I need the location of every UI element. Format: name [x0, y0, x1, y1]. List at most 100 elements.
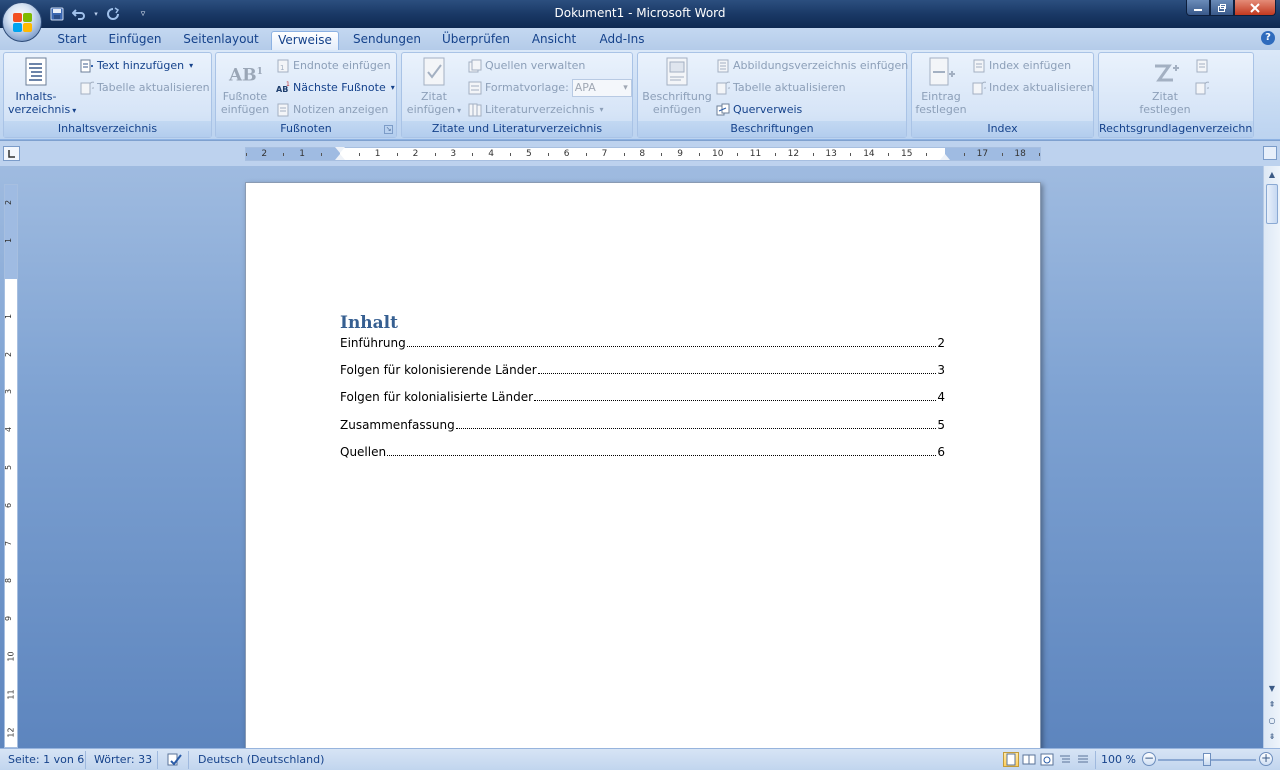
help-icon[interactable]: ?: [1261, 31, 1275, 45]
hanging-indent-marker[interactable]: [335, 154, 345, 160]
office-logo-icon: [13, 13, 33, 33]
language-status[interactable]: Deutsch (Deutschland): [198, 752, 324, 768]
vruler-number: 7: [4, 540, 14, 546]
toc-leader: [455, 428, 937, 429]
minimize-button[interactable]: [1186, 0, 1210, 16]
hanging-indent-marker[interactable]: [940, 154, 950, 160]
page-count-status[interactable]: Seite: 1 von 6: [8, 752, 84, 768]
refresh-table-icon: [80, 81, 97, 95]
vertical-ruler[interactable]: 2 1 1 2 3 4 5 6 7 8 9 10 11 12: [4, 184, 18, 748]
toc-entry-page: 4: [937, 390, 945, 404]
toc-entry[interactable]: Folgen für kolonisierende Länder 3: [340, 363, 945, 379]
horizontal-ruler[interactable]: 2 1 1 2 3 4 5 6 7 8 9 10 11 12 13 14 15 17 18: [245, 147, 1041, 161]
close-button[interactable]: [1234, 0, 1276, 16]
index-einfuegen-button[interactable]: Index einfügen: [972, 56, 1071, 76]
literaturverzeichnis-button[interactable]: Literaturverzeichnis ▾: [468, 100, 604, 120]
ruler-tick: [850, 153, 852, 156]
vruler-number: 2: [4, 200, 14, 206]
ribbon: Inhalts- verzeichnis ▾ Text hinzufügen ▾ T…: [0, 50, 1280, 140]
tabelle-aktualisieren-label: Tabelle aktualisieren: [97, 81, 210, 94]
text-hinzufuegen-label: Text hinzufügen: [97, 59, 185, 72]
zoom-in-button[interactable]: +: [1259, 752, 1273, 766]
update-table-icon: [716, 81, 733, 95]
toc-entry[interactable]: Zusammenfassung 5: [340, 418, 945, 434]
full-screen-reading-view-icon[interactable]: [1021, 752, 1037, 767]
toc-entry[interactable]: Folgen für kolonialisierte Länder 4: [340, 390, 945, 406]
formatvorlage-select[interactable]: APA: [571, 79, 632, 97]
ribbon-tabs: Start Einfügen Seitenlayout Verweise Sen…: [0, 28, 1280, 50]
tab-selector-button[interactable]: [3, 146, 20, 161]
tab-ansicht[interactable]: Ansicht: [526, 31, 582, 50]
zitat-festlegen-label-1: Zitat: [1152, 90, 1178, 103]
insert-table-of-authorities-button[interactable]: [1195, 56, 1209, 76]
endnote-einfuegen-button[interactable]: 1 Endnote einfügen: [276, 56, 391, 76]
inhaltsverzeichnis-label-1: Inhalts-: [15, 90, 57, 103]
tabelle-aktualisieren-button[interactable]: Tabelle aktualisieren: [80, 78, 210, 98]
print-layout-view-icon[interactable]: [1003, 752, 1019, 767]
vruler-number: 3: [4, 389, 14, 395]
view-ruler-icon[interactable]: [1263, 146, 1277, 160]
abbildungsverzeichnis-button[interactable]: Abbildungsverzeichnis einfügen: [716, 56, 908, 76]
restore-button[interactable]: [1210, 0, 1234, 16]
toc-entry[interactable]: Einführung 2: [340, 336, 945, 352]
zitat-festlegen-button[interactable]: Zitat festlegen: [1137, 56, 1193, 116]
tab-ueberpruefen[interactable]: Überprüfen: [437, 31, 515, 50]
zitat-einfuegen-button[interactable]: Zitat einfügen ▾: [406, 56, 462, 117]
eintrag-festlegen-button[interactable]: Eintrag festlegen: [915, 56, 967, 116]
toc-entry-text: Einführung: [340, 336, 406, 350]
toc-title: Inhalt: [340, 313, 398, 333]
group-label-rechtsgrundlagen: Rechtsgrundlagenverzeichnis: [1099, 121, 1253, 137]
tab-verweise[interactable]: Verweise: [271, 31, 339, 50]
index-aktualisieren-button[interactable]: Index aktualisieren: [972, 78, 1094, 98]
beschriftung-einfuegen-button[interactable]: Beschriftung einfügen: [641, 56, 713, 116]
fussnote-einfuegen-button[interactable]: AB1 Fußnote einfügen: [219, 56, 271, 116]
zoom-level[interactable]: 100 %: [1101, 752, 1136, 768]
first-line-indent-marker[interactable]: [335, 147, 345, 153]
draft-view-icon[interactable]: [1075, 752, 1091, 767]
word-count-status[interactable]: Wörter: 33: [94, 752, 152, 768]
scroll-down-icon[interactable]: ▼: [1265, 682, 1279, 696]
previous-page-icon[interactable]: ⇞: [1265, 698, 1279, 712]
beschriftung-tabelle-aktualisieren-button[interactable]: Tabelle aktualisieren: [716, 78, 846, 98]
beschriftung-tabelle-label: Tabelle aktualisieren: [733, 81, 846, 94]
insert-index-icon: [972, 59, 986, 73]
mark-citation-icon: [1149, 56, 1181, 88]
ruler-tick: [245, 153, 247, 156]
scroll-up-icon[interactable]: ▲: [1265, 168, 1279, 182]
update-table-of-authorities-button[interactable]: [1195, 78, 1212, 98]
proofing-icon[interactable]: [166, 752, 182, 768]
tab-start[interactable]: Start: [50, 31, 94, 50]
manage-sources-icon: [468, 59, 482, 73]
ruler-tick: [283, 153, 285, 156]
ruler-number: 5: [526, 149, 532, 159]
ruler-tick: [434, 153, 436, 156]
outline-view-icon[interactable]: [1057, 752, 1073, 767]
quellen-verwalten-button[interactable]: Quellen verwalten: [468, 56, 585, 76]
naechste-fussnote-button[interactable]: AB 1 Nächste Fußnote ▾: [276, 78, 395, 98]
querverweis-button[interactable]: Querverweis: [716, 100, 802, 120]
notizen-anzeigen-button[interactable]: Notizen anzeigen: [276, 100, 388, 120]
scroll-thumb[interactable]: [1266, 184, 1278, 224]
toc-entry[interactable]: Quellen 6: [340, 445, 945, 461]
inhaltsverzeichnis-button[interactable]: Inhalts- verzeichnis ▾: [8, 56, 76, 117]
browse-object-icon[interactable]: ○: [1265, 714, 1279, 728]
document-page[interactable]: Inhalt Einführung 2 Folgen für kolonisie…: [245, 182, 1041, 748]
toc-leader: [406, 346, 937, 347]
vruler-number: 9: [4, 616, 14, 622]
tab-add-ins[interactable]: Add-Ins: [593, 31, 651, 50]
vertical-scrollbar[interactable]: ▲ ▼ ⇞ ○ ⇟: [1263, 166, 1280, 748]
next-page-icon[interactable]: ⇟: [1265, 730, 1279, 744]
zoom-out-button[interactable]: −: [1142, 752, 1156, 766]
zoom-slider-thumb[interactable]: [1203, 753, 1211, 766]
toc-leader: [537, 373, 937, 374]
fussnoten-dialog-launcher[interactable]: ↘: [384, 125, 393, 134]
web-layout-view-icon[interactable]: [1039, 752, 1055, 767]
tab-seitenlayout[interactable]: Seitenlayout: [180, 31, 262, 50]
office-button[interactable]: [2, 2, 42, 42]
tab-sendungen[interactable]: Sendungen: [348, 31, 426, 50]
group-inhaltsverzeichnis: Inhalts- verzeichnis ▾ Text hinzufügen ▾ T…: [3, 52, 212, 138]
ruler-number: 2: [412, 149, 419, 159]
next-footnote-icon: AB 1: [276, 81, 290, 95]
text-hinzufuegen-button[interactable]: Text hinzufügen ▾: [80, 56, 193, 76]
tab-einfuegen[interactable]: Einfügen: [102, 31, 168, 50]
